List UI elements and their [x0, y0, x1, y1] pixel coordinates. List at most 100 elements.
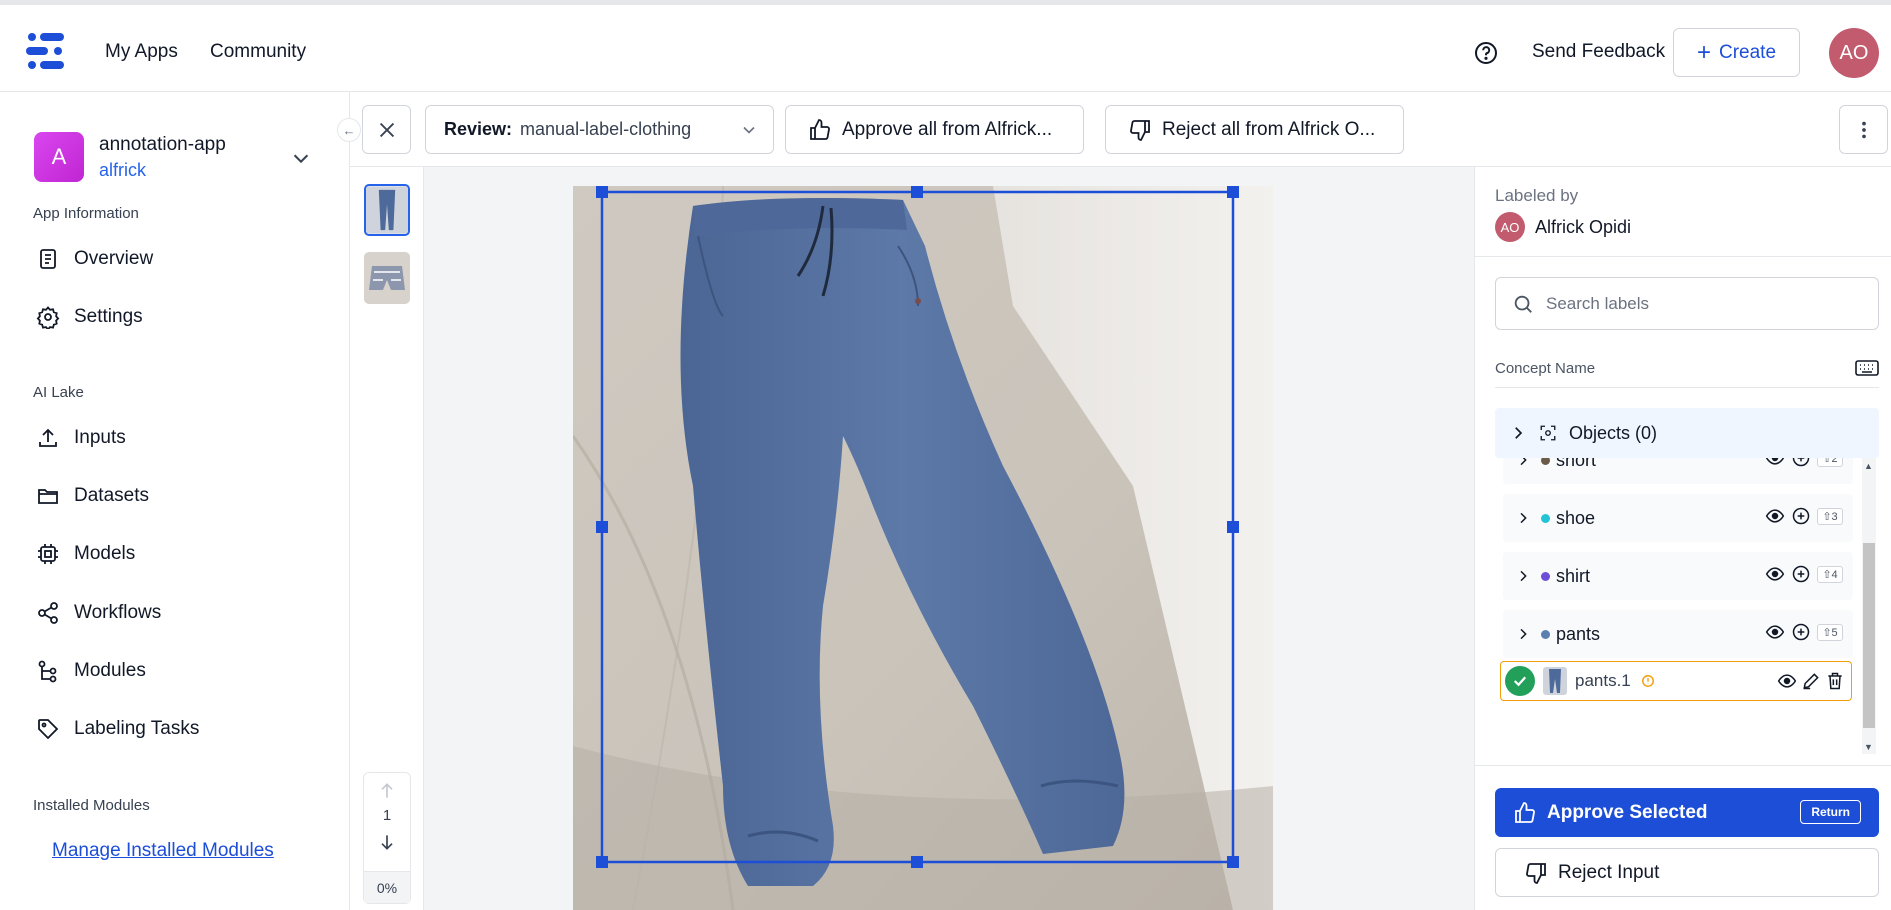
approved-check-icon[interactable]: [1505, 666, 1535, 696]
sidebar-item-modules[interactable]: Modules: [36, 659, 146, 683]
nav-my-apps[interactable]: My Apps: [105, 41, 178, 63]
annotation-thumbnail: [1543, 667, 1567, 695]
upload-icon: [36, 426, 60, 450]
tag-icon: [36, 717, 60, 741]
eye-icon[interactable]: [1765, 506, 1785, 526]
concept-name: short: [1556, 458, 1597, 470]
concept-name: shoe: [1556, 507, 1596, 528]
sidebar-item-overview[interactable]: Overview: [36, 247, 153, 271]
close-button[interactable]: [362, 105, 411, 154]
sidebar-item-label: Workflows: [74, 602, 162, 623]
objects-group[interactable]: Objects (0): [1495, 408, 1879, 458]
app-name[interactable]: annotation-app: [99, 134, 226, 156]
hotkey-badge: ⇧2: [1817, 458, 1843, 467]
pencil-icon[interactable]: [1801, 671, 1821, 691]
more-options-button[interactable]: [1839, 105, 1888, 154]
search-placeholder: Search labels: [1546, 293, 1650, 313]
user-avatar[interactable]: AO: [1829, 28, 1879, 78]
concept-color-dot: [1541, 629, 1550, 639]
chevron-right-icon[interactable]: [1515, 510, 1531, 526]
eye-icon[interactable]: [1765, 564, 1785, 584]
app-owner-link[interactable]: alfrick: [99, 160, 146, 181]
add-circle-icon[interactable]: [1791, 622, 1811, 642]
sidebar-item-label: Labeling Tasks: [74, 718, 200, 739]
sidebar-item-label: Overview: [74, 248, 154, 269]
sidebar-item-workflows[interactable]: Workflows: [36, 601, 161, 625]
add-circle-icon[interactable]: [1791, 506, 1811, 526]
concept-row-pants[interactable]: pants ⇧5: [1503, 610, 1853, 658]
create-button[interactable]: + Create: [1673, 28, 1800, 77]
chevron-right-icon[interactable]: [1515, 568, 1531, 584]
return-key-badge: Return: [1800, 800, 1861, 824]
eye-icon[interactable]: [1777, 671, 1797, 691]
annotation-canvas[interactable]: [424, 167, 1474, 910]
labels-panel: Labeled by AO Alfrick Opidi Search label…: [1474, 167, 1891, 910]
sidebar-item-labeling-tasks[interactable]: Labeling Tasks: [36, 717, 199, 741]
approve-selected-label: Approve Selected: [1547, 801, 1708, 823]
thumbnail-shorts[interactable]: [364, 252, 410, 304]
sidebar-item-inputs[interactable]: Inputs: [36, 426, 126, 450]
close-icon: [379, 122, 394, 137]
labeled-by-heading: Labeled by: [1495, 186, 1579, 205]
approve-selected-button[interactable]: Approve Selected Return: [1495, 788, 1879, 837]
image-pager: 1 0%: [363, 772, 411, 904]
manage-installed-modules-link[interactable]: Manage Installed Modules: [52, 840, 274, 862]
info-warning-icon[interactable]: [1641, 674, 1655, 688]
add-circle-icon[interactable]: [1791, 564, 1811, 584]
scroll-down-icon[interactable]: ▼: [1864, 742, 1873, 752]
chevron-right-icon[interactable]: [1515, 626, 1531, 642]
input-image[interactable]: [573, 186, 1273, 910]
scroll-up-icon[interactable]: ▲: [1864, 461, 1873, 471]
chevron-right-icon: [1509, 424, 1527, 442]
reject-input-label: Reject Input: [1558, 861, 1660, 883]
concept-color-dot: [1541, 458, 1550, 465]
sidebar-item-label: Modules: [74, 660, 146, 681]
thumbs-down-icon: [1128, 118, 1152, 142]
reject-all-button[interactable]: Reject all from Alfrick O...: [1105, 105, 1404, 154]
thumbnail-strip: 1 0%: [350, 167, 424, 910]
arrow-up-icon[interactable]: [377, 781, 397, 801]
approve-all-label: Approve all from Alfrick...: [842, 118, 1053, 140]
concept-row-shirt[interactable]: shirt ⇧4: [1503, 552, 1853, 600]
nav-community[interactable]: Community: [210, 41, 306, 63]
keyboard-icon[interactable]: [1855, 359, 1879, 377]
search-labels-input[interactable]: Search labels: [1495, 277, 1879, 330]
chevron-down-icon[interactable]: [290, 147, 312, 169]
bounding-box-icon: [1539, 424, 1557, 442]
add-circle-icon[interactable]: [1791, 458, 1811, 468]
send-feedback-link[interactable]: Send Feedback: [1532, 41, 1665, 63]
concept-row-short[interactable]: short ⇧2: [1503, 458, 1853, 484]
review-select[interactable]: Review: manual-label-clothing: [425, 105, 774, 154]
section-app-information: App Information: [33, 205, 139, 222]
objects-label: Objects (0): [1569, 422, 1658, 443]
gear-icon: [36, 305, 60, 329]
annotation-name: pants.1: [1575, 671, 1631, 690]
sidebar-item-models[interactable]: Models: [36, 542, 135, 566]
concept-list-scrollbar[interactable]: ▲ ▼: [1862, 458, 1876, 754]
approve-all-button[interactable]: Approve all from Alfrick...: [785, 105, 1084, 154]
concept-name: pants: [1556, 623, 1601, 644]
reject-input-button[interactable]: Reject Input: [1495, 848, 1879, 897]
eye-icon[interactable]: [1765, 458, 1785, 468]
labeler-name: Alfrick Opidi: [1535, 216, 1632, 237]
thumbs-down-icon: [1524, 861, 1548, 885]
clarifai-logo-icon[interactable]: [22, 31, 70, 71]
sidebar-item-datasets[interactable]: Datasets: [36, 484, 149, 508]
left-sidebar: A annotation-app alfrick App Information…: [0, 92, 350, 910]
review-value: manual-label-clothing: [520, 119, 692, 139]
section-ai-lake: AI Lake: [33, 384, 84, 401]
help-icon[interactable]: [1474, 41, 1498, 65]
thumbnail-pants[interactable]: [364, 184, 410, 236]
scrollbar-thumb[interactable]: [1863, 543, 1875, 728]
concept-row-shoe[interactable]: shoe ⇧3: [1503, 494, 1853, 542]
divider: [1495, 387, 1879, 388]
chevron-right-icon[interactable]: [1515, 458, 1531, 468]
hotkey-badge: ⇧5: [1817, 623, 1843, 641]
annotation-row-pants-1[interactable]: pants.1: [1500, 661, 1852, 701]
trash-icon[interactable]: [1825, 671, 1845, 691]
arrow-down-icon[interactable]: [377, 832, 397, 852]
modules-icon: [36, 659, 60, 683]
sidebar-item-settings[interactable]: Settings: [36, 305, 143, 329]
eye-icon[interactable]: [1765, 622, 1785, 642]
collapse-sidebar-icon[interactable]: ←: [337, 118, 361, 142]
